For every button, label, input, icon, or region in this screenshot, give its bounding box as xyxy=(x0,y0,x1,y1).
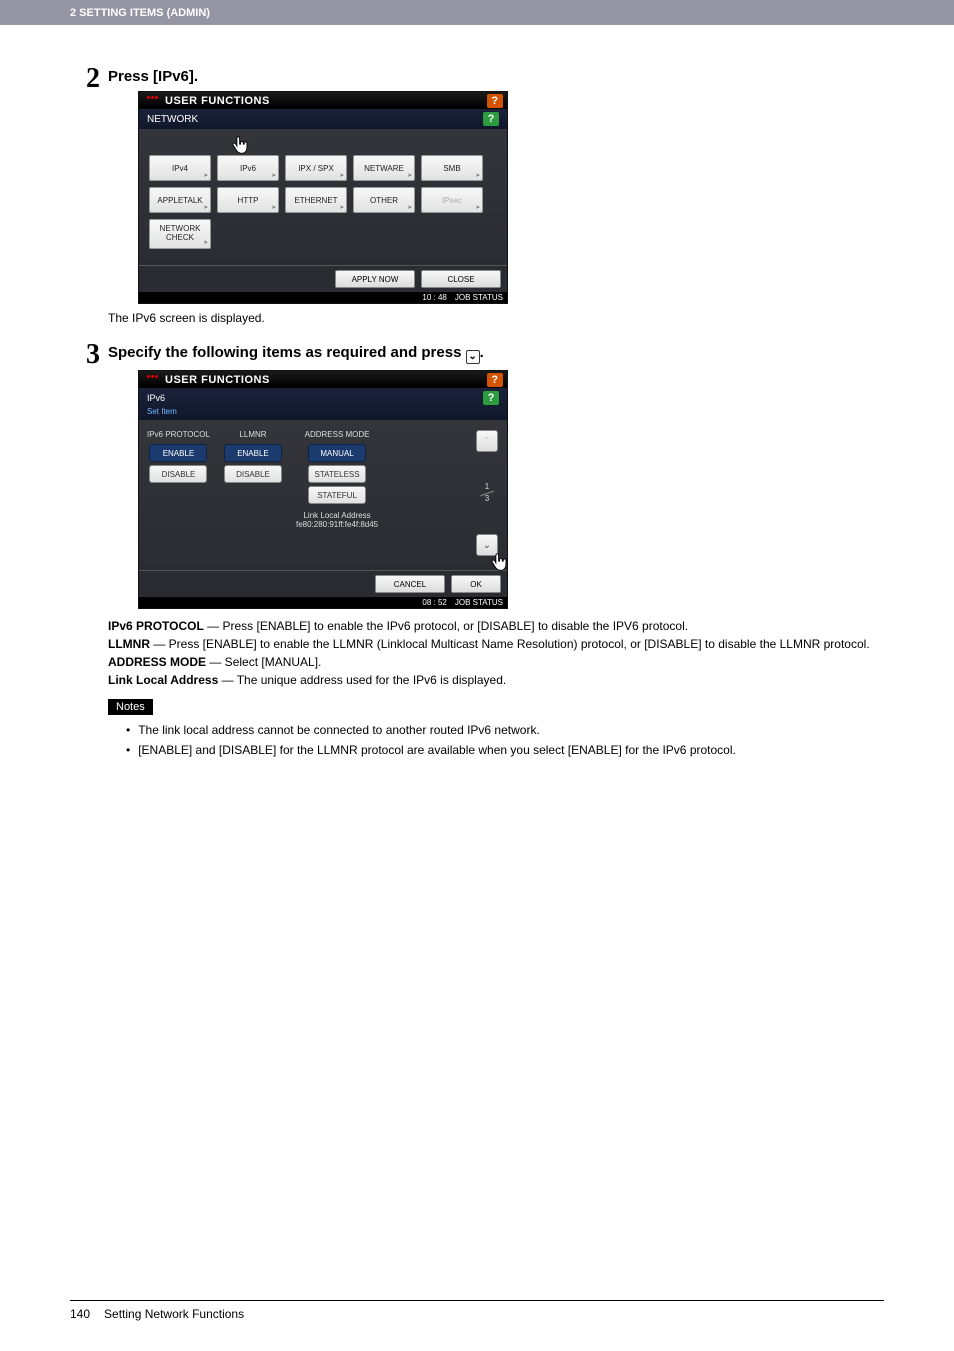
pointer-icon xyxy=(489,552,511,574)
llmnr-label: LLMNR xyxy=(239,430,266,439)
ipv6-protocol-label: IPv6 PROTOCOL xyxy=(147,430,210,439)
status-time: 10 : 48 xyxy=(422,293,446,302)
console1-title: USER FUNCTIONS xyxy=(165,95,270,107)
llmnr-disable-button[interactable]: DISABLE xyxy=(224,465,282,483)
stateful-button[interactable]: STATEFUL xyxy=(308,486,366,504)
console-ipv6: USER FUNCTIONS ? IPv6 ? Set Item xyxy=(138,370,508,609)
address-mode-label: ADDRESS MODE xyxy=(305,430,370,439)
net-btn-other[interactable]: OTHER▸ xyxy=(353,187,415,213)
help-icon[interactable]: ? xyxy=(487,94,503,108)
apply-now-button[interactable]: APPLY NOW xyxy=(335,270,415,288)
step3-number: 3 xyxy=(70,341,100,761)
net-btn-ipsec[interactable]: IPsec▸ xyxy=(421,187,483,213)
logo-dots xyxy=(147,375,161,385)
llmnr-enable-button[interactable]: ENABLE xyxy=(224,444,282,462)
link-local-label: Link Local Address xyxy=(296,511,378,520)
net-btn-ipv4[interactable]: IPv4▸ xyxy=(149,155,211,181)
net-btn-netware[interactable]: NETWARE▸ xyxy=(353,155,415,181)
console2-title: USER FUNCTIONS xyxy=(165,374,270,386)
console2-subtitle: IPv6 xyxy=(147,393,165,403)
header-chapter: 2 SETTING ITEMS (ADMIN) xyxy=(0,0,954,25)
net-btn-ipxspx[interactable]: IPX / SPX▸ xyxy=(285,155,347,181)
status-time: 08 : 52 xyxy=(422,598,446,607)
net-btn-appletalk[interactable]: APPLETALK▸ xyxy=(149,187,211,213)
job-status[interactable]: JOB STATUS xyxy=(455,293,503,302)
help-icon[interactable]: ? xyxy=(487,373,503,387)
ipv6-disable-button[interactable]: DISABLE xyxy=(149,465,207,483)
stateless-button[interactable]: STATELESS xyxy=(308,465,366,483)
footer-section: Setting Network Functions xyxy=(104,1307,244,1321)
job-status[interactable]: JOB STATUS xyxy=(455,598,503,607)
chevron-down-icon: ⌄ xyxy=(466,350,480,364)
note-item: [ENABLE] and [DISABLE] for the LLMNR pro… xyxy=(126,741,884,759)
net-btn-smb[interactable]: SMB▸ xyxy=(421,155,483,181)
ipv6-enable-button[interactable]: ENABLE xyxy=(149,444,207,462)
net-btn-networkcheck[interactable]: NETWORK CHECK▸ xyxy=(149,219,211,249)
help-icon[interactable]: ? xyxy=(483,391,499,405)
page-number: 140 xyxy=(70,1307,90,1321)
step2-title: Press [IPv6]. xyxy=(108,68,884,85)
console1-subtitle: NETWORK xyxy=(147,114,198,125)
step2-caption: The IPv6 screen is displayed. xyxy=(108,310,884,327)
close-button[interactable]: CLOSE xyxy=(421,270,501,288)
console-network: USER FUNCTIONS ? NETWORK ? IPv4▸ IPv6▸ xyxy=(138,91,508,304)
net-btn-ethernet[interactable]: ETHERNET▸ xyxy=(285,187,347,213)
notes-label: Notes xyxy=(108,699,153,715)
ok-button[interactable]: OK xyxy=(451,575,501,593)
pointer-icon xyxy=(230,135,252,157)
step3-title: Specify the following items as required … xyxy=(108,344,884,364)
link-local-value: fe80:280:91ff:fe4f:8d45 xyxy=(296,520,378,529)
step2-number: 2 xyxy=(70,65,100,327)
cancel-button[interactable]: CANCEL xyxy=(375,575,445,593)
set-item-tab[interactable]: Set Item xyxy=(139,405,507,420)
manual-button[interactable]: MANUAL xyxy=(308,444,366,462)
step3-description: IPv6 PROTOCOL — Press [ENABLE] to enable… xyxy=(108,617,884,689)
logo-dots xyxy=(147,96,161,106)
net-btn-http[interactable]: HTTP▸ xyxy=(217,187,279,213)
note-item: The link local address cannot be connect… xyxy=(126,721,884,739)
help-icon[interactable]: ? xyxy=(483,112,499,126)
net-btn-ipv6[interactable]: IPv6▸ xyxy=(217,155,279,181)
page-indicator: 1 3 xyxy=(480,483,494,504)
notes-list: The link local address cannot be connect… xyxy=(108,721,884,759)
scroll-up-button[interactable]: ⌃ xyxy=(476,430,498,452)
